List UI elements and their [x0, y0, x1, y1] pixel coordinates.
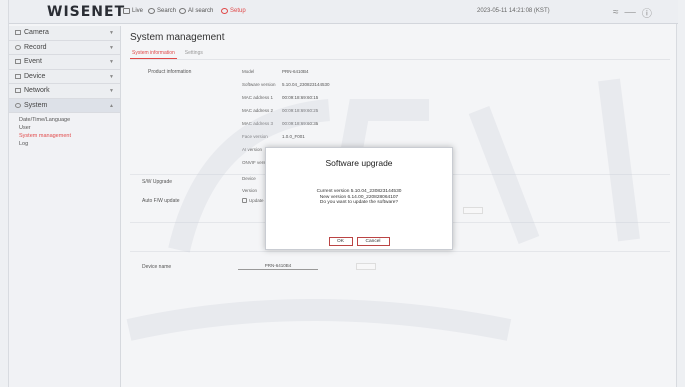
ok-button[interactable]: OK — [328, 237, 353, 246]
dialog-message: Current version 5.10.04_230823144530 New… — [266, 189, 452, 206]
dialog-buttons: OK Cancel — [266, 237, 452, 246]
modal-overlay: Software upgrade Current version 5.10.04… — [9, 0, 678, 387]
confirm-question-text: Do you want to update the software? — [319, 200, 399, 206]
dialog-title: Software upgrade — [325, 158, 393, 168]
software-upgrade-dialog: Software upgrade Current version 5.10.04… — [265, 147, 453, 250]
app-window: WISENET Live Search AI search Setup 2023… — [8, 0, 678, 387]
cancel-button[interactable]: Cancel — [356, 237, 390, 246]
